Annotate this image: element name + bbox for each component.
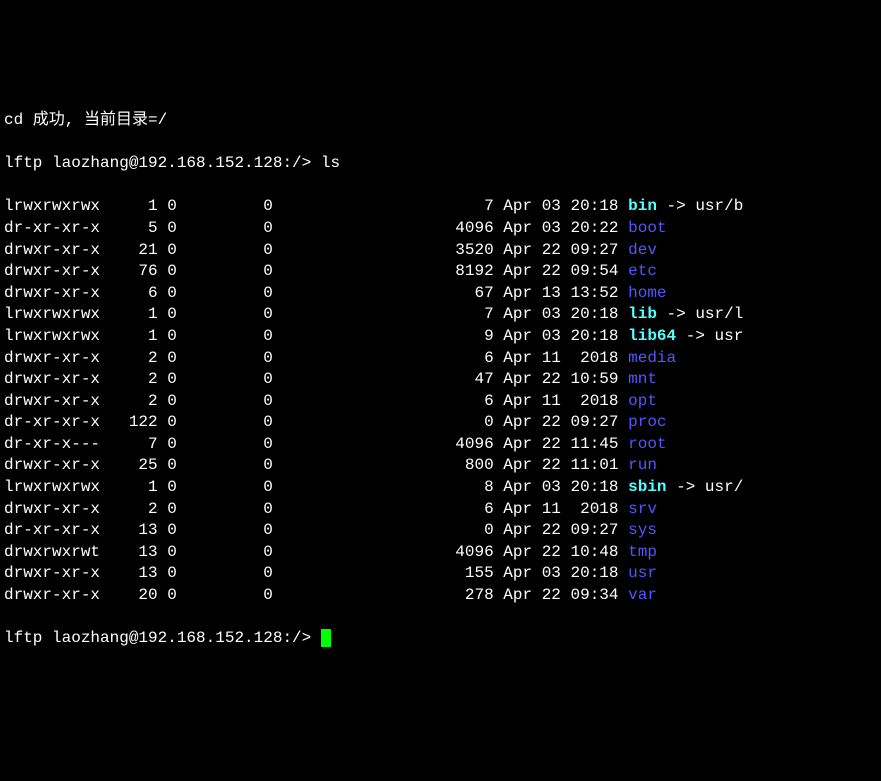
file-entry: drwxr-xr-x 2 0 0 47 Apr 22 10:59 mnt bbox=[4, 369, 877, 391]
file-entry: dr-xr-xr-x 122 0 0 0 Apr 22 09:27 proc bbox=[4, 412, 877, 434]
file-name: tmp bbox=[628, 543, 657, 561]
file-name: proc bbox=[628, 413, 666, 431]
file-meta: drwxr-xr-x 25 0 0 800 Apr 22 11:01 bbox=[4, 456, 628, 474]
file-name: sys bbox=[628, 521, 657, 539]
file-meta: drwxr-xr-x 2 0 0 6 Apr 11 2018 bbox=[4, 500, 628, 518]
file-entry: drwxr-xr-x 2 0 0 6 Apr 11 2018 media bbox=[4, 348, 877, 370]
file-entry: lrwxrwxrwx 1 0 0 8 Apr 03 20:18 sbin -> … bbox=[4, 477, 877, 499]
prompt-line-2[interactable]: lftp laozhang@192.168.152.128:/> bbox=[4, 628, 877, 650]
file-meta: lrwxrwxrwx 1 0 0 7 Apr 03 20:18 bbox=[4, 197, 628, 215]
file-name: bin bbox=[628, 197, 657, 215]
file-name: lib bbox=[628, 305, 657, 323]
file-entry: drwxr-xr-x 20 0 0 278 Apr 22 09:34 var bbox=[4, 585, 877, 607]
symlink-arrow: -> usr/b bbox=[657, 197, 743, 215]
file-entry: drwxr-xr-x 2 0 0 6 Apr 11 2018 srv bbox=[4, 499, 877, 521]
file-name: var bbox=[628, 586, 657, 604]
file-name: dev bbox=[628, 241, 657, 259]
prompt-text: lftp laozhang@192.168.152.128:/> bbox=[4, 154, 311, 172]
file-entry: lrwxrwxrwx 1 0 0 7 Apr 03 20:18 bin -> u… bbox=[4, 196, 877, 218]
file-name: boot bbox=[628, 219, 666, 237]
file-meta: drwxr-xr-x 2 0 0 47 Apr 22 10:59 bbox=[4, 370, 628, 388]
terminal[interactable]: cd 成功, 当前目录=/ lftp laozhang@192.168.152.… bbox=[0, 86, 881, 673]
file-entry: dr-xr-x--- 7 0 0 4096 Apr 22 11:45 root bbox=[4, 434, 877, 456]
file-meta: drwxr-xr-x 6 0 0 67 Apr 13 13:52 bbox=[4, 284, 628, 302]
file-meta: drwxr-xr-x 76 0 0 8192 Apr 22 09:54 bbox=[4, 262, 628, 280]
file-entry: lrwxrwxrwx 1 0 0 7 Apr 03 20:18 lib -> u… bbox=[4, 304, 877, 326]
prompt-text-2: lftp laozhang@192.168.152.128:/> bbox=[4, 629, 311, 647]
file-entry: drwxrwxrwt 13 0 0 4096 Apr 22 10:48 tmp bbox=[4, 542, 877, 564]
file-name: lib64 bbox=[628, 327, 676, 345]
file-meta: drwxr-xr-x 2 0 0 6 Apr 11 2018 bbox=[4, 349, 628, 367]
file-meta: drwxr-xr-x 21 0 0 3520 Apr 22 09:27 bbox=[4, 241, 628, 259]
file-name: sbin bbox=[628, 478, 666, 496]
file-name: srv bbox=[628, 500, 657, 518]
file-meta: dr-xr-x--- 7 0 0 4096 Apr 22 11:45 bbox=[4, 435, 628, 453]
file-name: media bbox=[628, 349, 676, 367]
file-entry: dr-xr-xr-x 13 0 0 0 Apr 22 09:27 sys bbox=[4, 520, 877, 542]
file-meta: dr-xr-xr-x 5 0 0 4096 Apr 03 20:22 bbox=[4, 219, 628, 237]
symlink-arrow: -> usr/ bbox=[667, 478, 744, 496]
cd-status-line: cd 成功, 当前目录=/ bbox=[4, 110, 877, 132]
file-meta: dr-xr-xr-x 122 0 0 0 Apr 22 09:27 bbox=[4, 413, 628, 431]
file-name: run bbox=[628, 456, 657, 474]
file-meta: drwxr-xr-x 2 0 0 6 Apr 11 2018 bbox=[4, 392, 628, 410]
file-meta: lrwxrwxrwx 1 0 0 8 Apr 03 20:18 bbox=[4, 478, 628, 496]
file-name: root bbox=[628, 435, 666, 453]
cursor-icon bbox=[321, 629, 331, 647]
file-entry: drwxr-xr-x 25 0 0 800 Apr 22 11:01 run bbox=[4, 455, 877, 477]
file-meta: dr-xr-xr-x 13 0 0 0 Apr 22 09:27 bbox=[4, 521, 628, 539]
file-entry: lrwxrwxrwx 1 0 0 9 Apr 03 20:18 lib64 ->… bbox=[4, 326, 877, 348]
symlink-arrow: -> usr bbox=[676, 327, 743, 345]
file-name: opt bbox=[628, 392, 657, 410]
file-entry: drwxr-xr-x 76 0 0 8192 Apr 22 09:54 etc bbox=[4, 261, 877, 283]
file-meta: drwxrwxrwt 13 0 0 4096 Apr 22 10:48 bbox=[4, 543, 628, 561]
symlink-arrow: -> usr/l bbox=[657, 305, 743, 323]
ls-output: lrwxrwxrwx 1 0 0 7 Apr 03 20:18 bin -> u… bbox=[4, 196, 877, 606]
file-meta: lrwxrwxrwx 1 0 0 7 Apr 03 20:18 bbox=[4, 305, 628, 323]
file-name: mnt bbox=[628, 370, 657, 388]
file-name: home bbox=[628, 284, 666, 302]
file-entry: drwxr-xr-x 13 0 0 155 Apr 03 20:18 usr bbox=[4, 563, 877, 585]
cd-status-text: cd 成功, 当前目录=/ bbox=[4, 111, 167, 129]
file-entry: drwxr-xr-x 21 0 0 3520 Apr 22 09:27 dev bbox=[4, 240, 877, 262]
file-entry: drwxr-xr-x 6 0 0 67 Apr 13 13:52 home bbox=[4, 283, 877, 305]
file-entry: dr-xr-xr-x 5 0 0 4096 Apr 03 20:22 boot bbox=[4, 218, 877, 240]
command-text: ls bbox=[321, 154, 340, 172]
file-meta: drwxr-xr-x 13 0 0 155 Apr 03 20:18 bbox=[4, 564, 628, 582]
file-entry: drwxr-xr-x 2 0 0 6 Apr 11 2018 opt bbox=[4, 391, 877, 413]
file-meta: drwxr-xr-x 20 0 0 278 Apr 22 09:34 bbox=[4, 586, 628, 604]
file-name: usr bbox=[628, 564, 657, 582]
file-meta: lrwxrwxrwx 1 0 0 9 Apr 03 20:18 bbox=[4, 327, 628, 345]
prompt-line: lftp laozhang@192.168.152.128:/> ls bbox=[4, 153, 877, 175]
file-name: etc bbox=[628, 262, 657, 280]
